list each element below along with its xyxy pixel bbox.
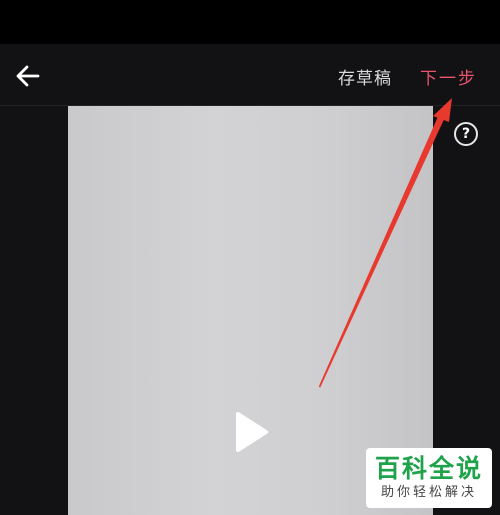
editor-toolbar: 存草稿 下一步 [0, 44, 500, 106]
help-button[interactable]: ? [454, 122, 478, 146]
next-step-button[interactable]: 下一步 [420, 64, 477, 89]
status-bar [0, 0, 500, 44]
question-circle-icon: ? [461, 126, 471, 142]
watermark-title: 百科全说 [374, 454, 483, 483]
play-icon [236, 412, 268, 452]
back-button[interactable] [10, 58, 46, 94]
watermark-logo: 百科全说 助你轻松解决 [366, 448, 492, 508]
watermark-subtitle: 助你轻松解决 [380, 485, 477, 500]
save-draft-button[interactable]: 存草稿 [338, 64, 392, 89]
play-button[interactable] [226, 408, 274, 456]
arrow-left-icon [16, 65, 40, 87]
